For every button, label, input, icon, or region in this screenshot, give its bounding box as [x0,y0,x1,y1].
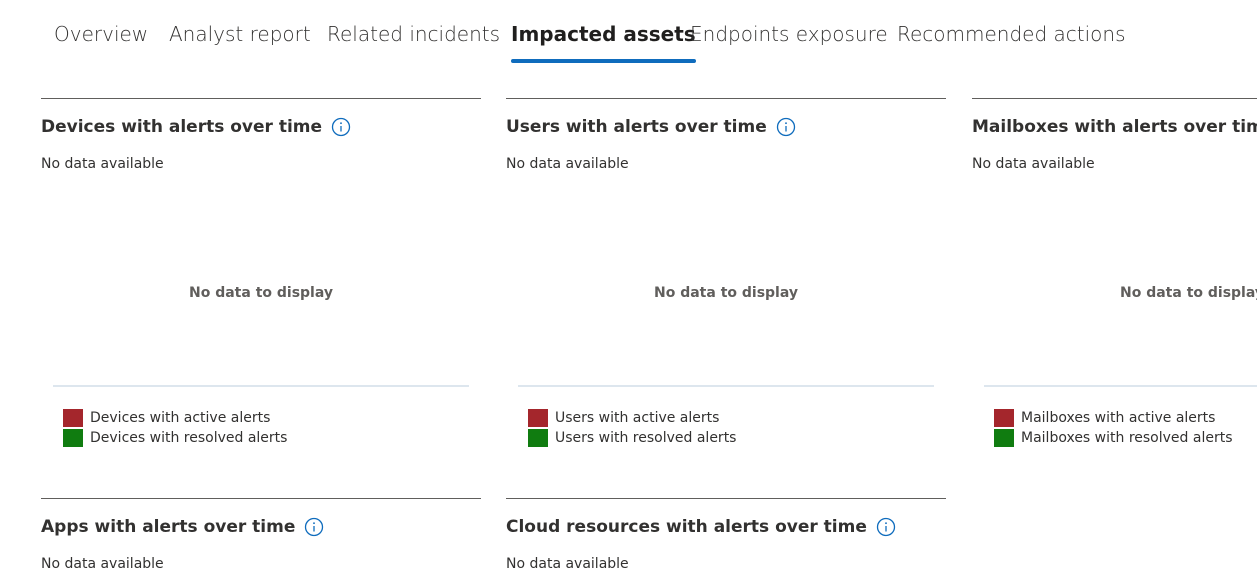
tab-label: Analyst report [169,22,311,46]
card-title-text: Mailboxes with alerts over time [972,117,1257,137]
tab-label: Related incidents [327,22,501,46]
chart-area: No data to display [53,199,469,387]
legend-item-resolved: Devices with resolved alerts [63,428,287,448]
legend-item-resolved: Users with resolved alerts [528,428,736,448]
tab-related-incidents[interactable]: Related incidents [327,22,500,64]
chart-legend: Users with active alerts Users with reso… [528,408,736,448]
card-title: Mailboxes with alerts over time [972,117,1257,137]
legend-label: Devices with active alerts [90,410,271,426]
chart-baseline [518,385,934,387]
info-icon[interactable] [331,117,351,137]
tab-endpoints-exposure[interactable]: Endpoints exposure [690,22,888,64]
tab-impacted-assets[interactable]: Impacted assets [511,22,696,64]
tab-analyst-report[interactable]: Analyst report [169,22,311,64]
no-data-to-display-text: No data to display [654,285,798,301]
legend-item-resolved: Mailboxes with resolved alerts [994,428,1233,448]
info-icon[interactable] [876,517,896,537]
active-alerts-swatch [528,409,548,427]
chart-legend: Mailboxes with active alerts Mailboxes w… [994,408,1233,448]
tab-bar: Overview Analyst report Related incident… [0,0,1257,70]
active-tab-indicator [511,59,696,63]
apps-alerts-card: Apps with alerts over time No data avail… [41,498,481,581]
card-title: Users with alerts over time [506,117,796,137]
chart-baseline [53,385,469,387]
resolved-alerts-swatch [994,429,1014,447]
tab-recommended-actions[interactable]: Recommended actions [897,22,1126,64]
no-data-available-text: No data available [41,556,164,572]
users-alerts-card: Users with alerts over time No data avai… [506,98,946,498]
cloud-resources-alerts-card: Cloud resources with alerts over time No… [506,498,946,581]
card-title-text: Apps with alerts over time [41,517,296,537]
tab-label: Recommended actions [897,22,1126,46]
no-data-available-text: No data available [506,156,629,172]
mailboxes-alerts-card: Mailboxes with alerts over time No data … [972,98,1257,498]
tab-label: Impacted assets [511,22,696,46]
card-title: Devices with alerts over time [41,117,351,137]
no-data-to-display-text: No data to display [1120,285,1257,301]
legend-label: Mailboxes with resolved alerts [1021,430,1233,446]
tab-label: Overview [54,22,149,46]
chart-legend: Devices with active alerts Devices with … [63,408,287,448]
card-title: Apps with alerts over time [41,517,324,537]
legend-item-active: Mailboxes with active alerts [994,408,1233,428]
chart-area: No data to display [518,199,934,387]
legend-label: Users with active alerts [555,410,720,426]
active-alerts-swatch [63,409,83,427]
legend-label: Mailboxes with active alerts [1021,410,1216,426]
tab-overview[interactable]: Overview [54,22,148,64]
card-title-text: Cloud resources with alerts over time [506,517,867,537]
legend-item-active: Devices with active alerts [63,408,287,428]
resolved-alerts-swatch [528,429,548,447]
card-title-text: Devices with alerts over time [41,117,323,137]
legend-label: Devices with resolved alerts [90,430,288,446]
legend-label: Users with resolved alerts [555,430,737,446]
info-icon[interactable] [776,117,796,137]
card-title: Cloud resources with alerts over time [506,517,896,537]
devices-alerts-card: Devices with alerts over time No data av… [41,98,481,498]
active-alerts-swatch [994,409,1014,427]
no-data-available-text: No data available [41,156,164,172]
resolved-alerts-swatch [63,429,83,447]
no-data-available-text: No data available [972,156,1095,172]
chart-area: No data to display [984,199,1257,387]
card-title-text: Users with alerts over time [506,117,767,137]
no-data-available-text: No data available [506,556,629,572]
chart-baseline [984,385,1257,387]
no-data-to-display-text: No data to display [189,285,333,301]
info-icon[interactable] [304,517,324,537]
tab-label: Endpoints exposure [690,22,888,46]
legend-item-active: Users with active alerts [528,408,736,428]
